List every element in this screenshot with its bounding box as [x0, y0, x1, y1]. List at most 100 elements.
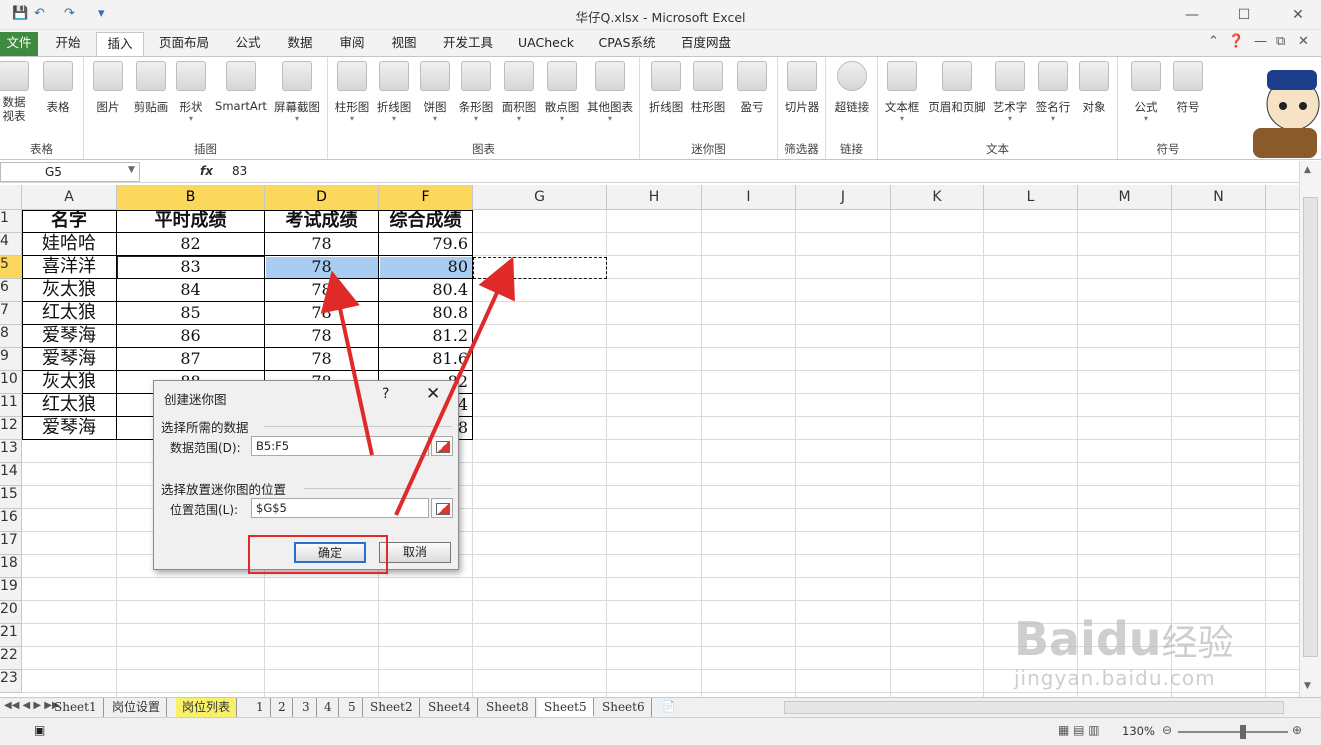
table-header-cell[interactable]: 考试成绩: [265, 210, 379, 233]
sheet-tab-active[interactable]: Sheet5: [538, 698, 594, 717]
textbox-button[interactable]: 文本框 ▾: [882, 61, 922, 123]
help-icon[interactable]: ❓: [1228, 34, 1244, 49]
collapse-ribbon-icon[interactable]: ⌃: [1208, 34, 1219, 49]
sheet-tab[interactable]: 3: [296, 698, 317, 717]
header-footer-button[interactable]: 页眉和页脚: [924, 61, 990, 115]
zoom-in-icon[interactable]: ⊕: [1292, 723, 1302, 737]
scroll-up-icon[interactable]: ▲: [1304, 165, 1311, 175]
dialog-help-button[interactable]: ?: [382, 386, 389, 402]
macro-record-icon[interactable]: ▣: [34, 723, 45, 737]
row-header[interactable]: 16: [0, 509, 22, 532]
row-header[interactable]: 6: [0, 279, 22, 302]
tab-file[interactable]: 文件: [0, 32, 38, 56]
area-chart-button[interactable]: 面积图 ▾: [498, 61, 540, 123]
table-button[interactable]: 表格: [40, 61, 76, 115]
row-header[interactable]: 13: [0, 440, 22, 463]
window-restore-icon[interactable]: ⧉: [1276, 34, 1285, 49]
col-header-g[interactable]: G: [473, 185, 607, 210]
tab-developer[interactable]: 开发工具: [436, 32, 500, 56]
tab-view[interactable]: 视图: [382, 32, 426, 56]
vertical-scrollbar[interactable]: ▲ ▼: [1299, 161, 1321, 697]
table-cell[interactable]: 78: [265, 302, 379, 325]
table-header-cell[interactable]: 平时成绩: [117, 210, 265, 233]
table-cell[interactable]: 喜洋洋: [22, 256, 117, 279]
row-header[interactable]: 11: [0, 394, 22, 417]
table-cell[interactable]: 78: [265, 233, 379, 256]
row-header[interactable]: 7: [0, 302, 22, 325]
table-cell[interactable]: 灰太狼: [22, 279, 117, 302]
horizontal-scrollbar[interactable]: [784, 701, 1284, 714]
slicer-button[interactable]: 切片器: [780, 61, 824, 115]
table-cell[interactable]: 87: [117, 348, 265, 371]
tab-page-layout[interactable]: 页面布局: [152, 32, 216, 56]
col-header-a[interactable]: A: [22, 185, 117, 210]
col-header-d[interactable]: D: [265, 185, 379, 210]
col-header-k[interactable]: K: [891, 185, 984, 210]
tab-baidu-netdisk[interactable]: 百度网盘: [674, 32, 738, 56]
copy-marquee-g5[interactable]: [473, 257, 607, 279]
row-header[interactable]: 5: [0, 256, 22, 279]
table-cell[interactable]: 80: [379, 256, 473, 279]
table-header-cell[interactable]: 名字: [22, 210, 117, 233]
sheet-tab[interactable]: Sheet8: [480, 698, 536, 717]
sheet-tab[interactable]: 5: [342, 698, 363, 717]
tab-formulas[interactable]: 公式: [226, 32, 270, 56]
bar-chart-button[interactable]: 条形图 ▾: [456, 61, 496, 123]
pivot-table-button[interactable]: 数据 视表: [0, 61, 32, 123]
sheet-tab[interactable]: 岗位设置: [106, 698, 168, 717]
sparkline-winloss-button[interactable]: 盈亏: [732, 61, 772, 115]
pie-chart-button[interactable]: 饼图 ▾: [418, 61, 452, 123]
cancel-button[interactable]: 取消: [379, 542, 451, 563]
tab-data[interactable]: 数据: [278, 32, 322, 56]
table-cell[interactable]: 80.4: [379, 279, 473, 302]
table-cell[interactable]: 83: [117, 256, 265, 279]
table-cell[interactable]: 82: [117, 233, 265, 256]
table-cell[interactable]: 79.6: [379, 233, 473, 256]
insert-sheet-icon[interactable]: 📄: [662, 700, 676, 713]
zoom-slider[interactable]: [1178, 731, 1288, 733]
table-cell[interactable]: 80.8: [379, 302, 473, 325]
table-cell[interactable]: 85: [117, 302, 265, 325]
sheet-tab[interactable]: Sheet6: [596, 698, 652, 717]
row-header[interactable]: 21: [0, 624, 22, 647]
range-selector-icon[interactable]: [431, 498, 453, 518]
table-cell[interactable]: 爱琴海: [22, 348, 117, 371]
signature-line-button[interactable]: 签名行 ▾: [1032, 61, 1074, 123]
row-header[interactable]: 8: [0, 325, 22, 348]
col-header-f[interactable]: F: [379, 185, 473, 210]
scatter-chart-button[interactable]: 散点图 ▾: [542, 61, 582, 123]
data-range-input[interactable]: B5:F5: [251, 436, 429, 456]
row-header[interactable]: 18: [0, 555, 22, 578]
table-cell[interactable]: 81.2: [379, 325, 473, 348]
scroll-thumb[interactable]: [1303, 197, 1318, 657]
tab-home[interactable]: 开始: [46, 32, 90, 56]
range-selector-icon[interactable]: [431, 436, 453, 456]
insert-function-icon[interactable]: fx: [200, 164, 213, 178]
row-header[interactable]: 17: [0, 532, 22, 555]
table-cell[interactable]: 78: [265, 279, 379, 302]
row-header[interactable]: 19: [0, 578, 22, 601]
row-header[interactable]: 10: [0, 371, 22, 394]
row-header[interactable]: 4: [0, 233, 22, 256]
row-header[interactable]: 14: [0, 463, 22, 486]
sheet-tab[interactable]: Sheet4: [422, 698, 478, 717]
table-cell[interactable]: 81.6: [379, 348, 473, 371]
col-header-n[interactable]: N: [1172, 185, 1266, 210]
minimize-button[interactable]: —: [1178, 4, 1206, 26]
table-cell[interactable]: 红太狼: [22, 394, 117, 417]
clipart-button[interactable]: 剪贴画: [130, 61, 172, 115]
name-box[interactable]: G5: [0, 162, 140, 182]
picture-button[interactable]: 图片: [88, 61, 128, 115]
smartart-button[interactable]: SmartArt: [212, 61, 270, 113]
sheet-tab[interactable]: Sheet1: [48, 698, 104, 717]
sheet-tab[interactable]: 1: [250, 698, 271, 717]
table-cell[interactable]: 爱琴海: [22, 417, 117, 440]
col-header-h[interactable]: H: [607, 185, 702, 210]
equation-button[interactable]: 公式 ▾: [1126, 61, 1166, 123]
table-cell[interactable]: 78: [265, 325, 379, 348]
table-cell[interactable]: 爱琴海: [22, 325, 117, 348]
row-header[interactable]: 15: [0, 486, 22, 509]
col-header-b[interactable]: B: [117, 185, 265, 210]
tab-uacheck[interactable]: UACheck: [510, 32, 582, 56]
table-cell[interactable]: 红太狼: [22, 302, 117, 325]
